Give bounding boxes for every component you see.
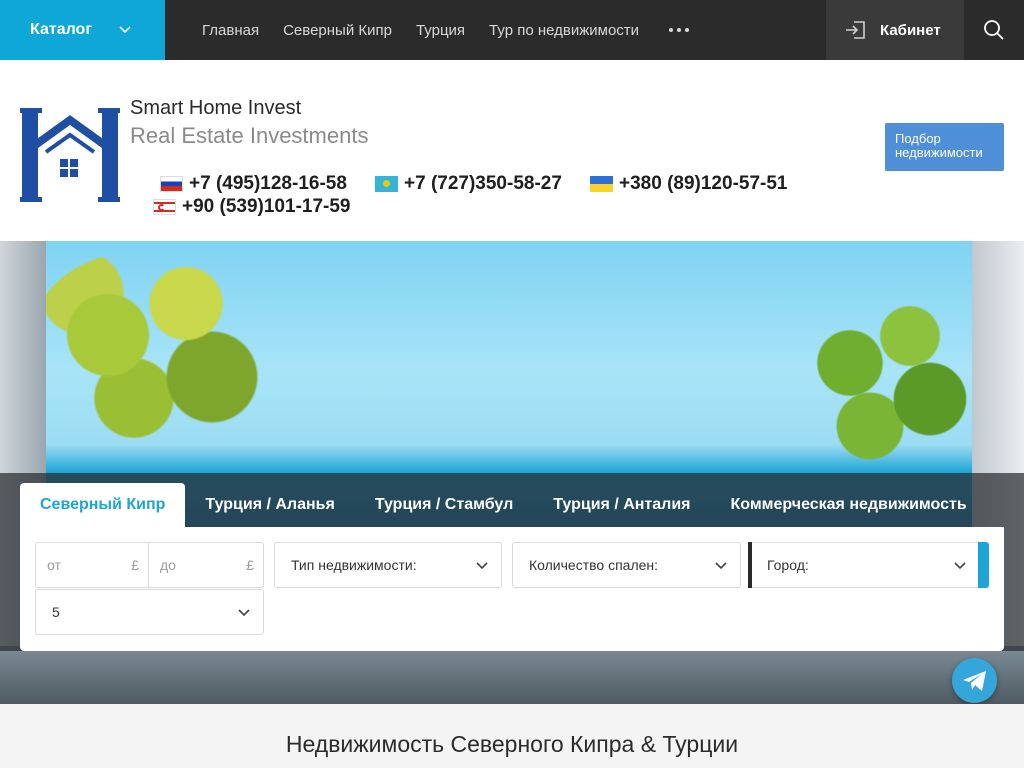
- cabinet-label: Кабинет: [880, 21, 941, 39]
- login-icon: [846, 21, 865, 39]
- tab-north-cyprus[interactable]: Северный Кипр: [20, 483, 186, 527]
- phone-north-cyprus[interactable]: +90 (539)101-17-59: [153, 196, 351, 218]
- more-menu-icon[interactable]: [669, 28, 690, 32]
- ukraine-flag-icon: [590, 176, 613, 192]
- chevron-down-icon: [238, 609, 250, 617]
- chevron-down-icon: [954, 562, 966, 570]
- chevron-down-icon: [119, 26, 131, 34]
- phone-number: +380 (89)120-57-51: [619, 173, 788, 194]
- property-type-select[interactable]: Тип недвижимости:: [274, 542, 502, 588]
- extra-select-value: 5: [52, 604, 60, 620]
- brand-subtitle: Real Estate Investments: [130, 123, 369, 148]
- price-from-input[interactable]: от £: [35, 542, 149, 588]
- extra-select[interactable]: 5: [35, 589, 264, 635]
- region-tabs: Северный Кипр Турция / Аланья Турция / С…: [20, 483, 987, 527]
- bedrooms-value: Количество спален:: [529, 557, 659, 573]
- phone-russia[interactable]: +7 (495)128-16-58: [160, 173, 347, 195]
- tab-turkey-alanya[interactable]: Турция / Аланья: [185, 483, 354, 527]
- price-from-placeholder: от: [47, 557, 61, 573]
- telegram-button[interactable]: [952, 658, 997, 703]
- chevron-down-icon: [476, 562, 488, 570]
- content-section: Недвижимость Северного Кипра & Турции: [0, 704, 1024, 768]
- hero-tree-left: [30, 251, 290, 461]
- hero-tree-right: [790, 291, 990, 471]
- russia-flag-icon: [160, 176, 183, 192]
- nav-link-home[interactable]: Главная: [202, 22, 259, 39]
- north-cyprus-flag-icon: [153, 199, 176, 215]
- hero-floor: [0, 646, 1024, 704]
- tab-turkey-istanbul[interactable]: Турция / Стамбул: [355, 483, 533, 527]
- city-select[interactable]: Город:: [750, 542, 980, 588]
- search-icon: [984, 20, 1004, 40]
- kazakhstan-flag-icon: [375, 176, 398, 192]
- tab-turkey-antalya[interactable]: Турция / Анталия: [533, 483, 710, 527]
- page-heading: Недвижимость Северного Кипра & Турции: [285, 731, 739, 757]
- city-value: Город:: [767, 557, 809, 573]
- phone-kazakhstan[interactable]: +7 (727)350-58-27: [375, 173, 562, 195]
- site-header: Smart Home Invest Real Estate Investment…: [0, 60, 1024, 241]
- phone-number: +7 (495)128-16-58: [189, 173, 347, 194]
- city-select-focus-bar: [748, 542, 752, 588]
- search-button[interactable]: [964, 0, 1024, 60]
- price-to-input[interactable]: до £: [148, 542, 264, 588]
- brand-name: Smart Home Invest: [130, 97, 302, 119]
- currency-symbol: £: [246, 557, 254, 573]
- cabinet-button[interactable]: Кабинет: [826, 0, 964, 60]
- catalog-label: Каталог: [30, 21, 92, 38]
- currency-symbol: £: [131, 557, 139, 573]
- nav-link-north-cyprus[interactable]: Северный Кипр: [283, 22, 392, 39]
- property-selection-button[interactable]: Подбор недвижимости: [885, 123, 1004, 171]
- phone-number: +90 (539)101-17-59: [182, 196, 351, 217]
- hero-banner: Северный Кипр Турция / Аланья Турция / С…: [0, 241, 1024, 704]
- search-form: от £ до £ Тип недвижимости: Количество с…: [20, 527, 1004, 651]
- city-select-accent: [978, 542, 989, 588]
- chevron-down-icon: [715, 562, 727, 570]
- property-type-value: Тип недвижимости:: [291, 557, 417, 573]
- logo-house-icon[interactable]: [20, 108, 120, 204]
- telegram-icon: [962, 670, 986, 691]
- nav-link-property-tour[interactable]: Тур по недвижимости: [489, 22, 639, 39]
- bedrooms-select[interactable]: Количество спален:: [512, 542, 741, 588]
- phone-ukraine[interactable]: +380 (89)120-57-51: [590, 173, 788, 195]
- property-search-panel: Северный Кипр Турция / Аланья Турция / С…: [0, 473, 1024, 651]
- price-to-placeholder: до: [160, 557, 176, 573]
- tab-commercial[interactable]: Коммерческая недвижимость: [711, 483, 987, 527]
- top-nav-bar: Каталог Главная Северный Кипр Турция Тур…: [0, 0, 1024, 60]
- main-nav: Главная Северный Кипр Турция Тур по недв…: [202, 0, 690, 60]
- catalog-button[interactable]: Каталог: [0, 0, 165, 60]
- phone-number: +7 (727)350-58-27: [404, 173, 562, 194]
- nav-link-turkey[interactable]: Турция: [416, 22, 465, 39]
